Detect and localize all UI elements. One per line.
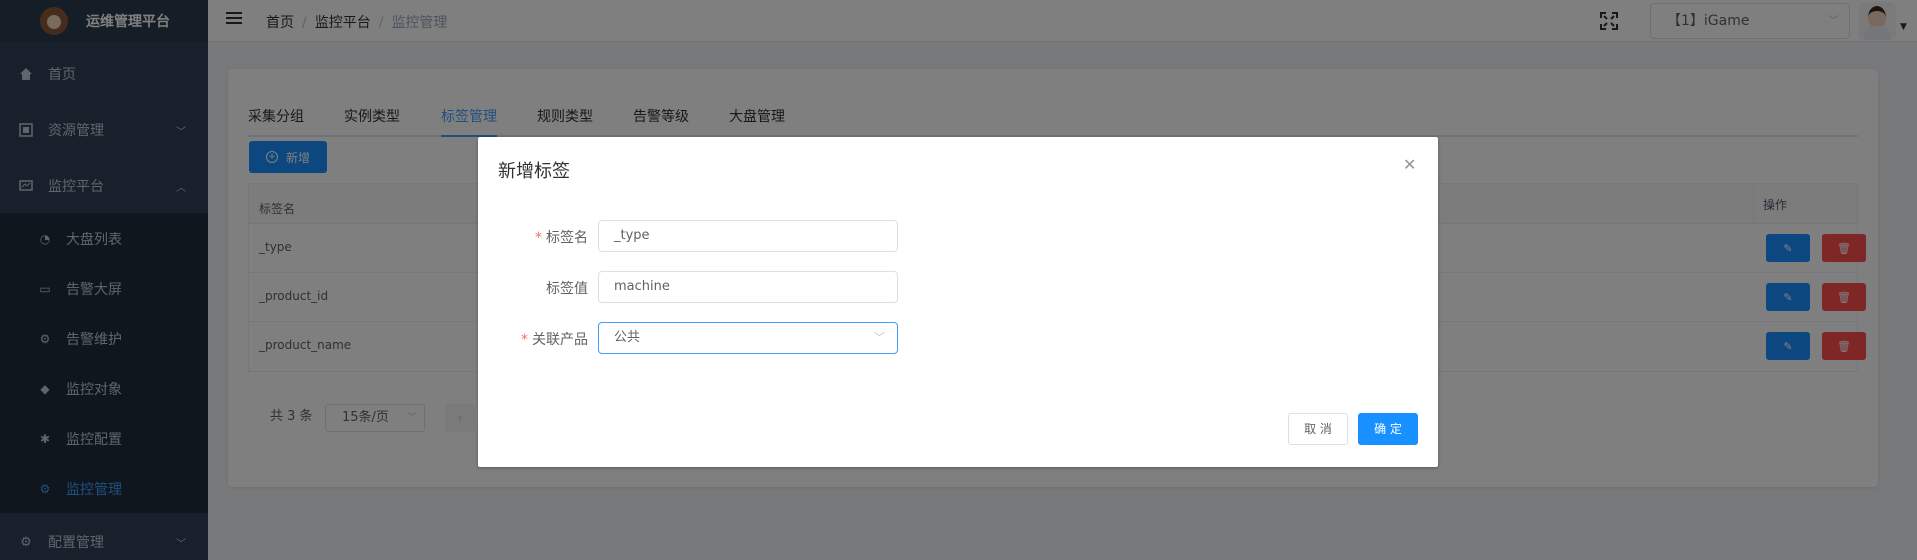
field-label-product: * 关联产品 — [478, 329, 588, 349]
label-name-input[interactable]: _type — [598, 220, 898, 252]
field-label-value: 标签值 — [478, 278, 588, 298]
product-select-value: 公共 — [614, 330, 641, 345]
label-value-value: machine — [614, 279, 670, 294]
add-label-dialog: 新增标签 ✕ * 标签名 _type 标签值 machine * 关联产品 公共 ﹀… — [478, 137, 1438, 467]
required-asterisk: * — [535, 230, 542, 246]
required-asterisk: * — [521, 332, 528, 348]
field-label-text: 关联产品 — [532, 332, 588, 348]
field-label-text: 标签名 — [546, 230, 588, 246]
chevron-down-icon: ﹀ — [874, 331, 885, 344]
field-label-text: 标签值 — [546, 281, 588, 297]
close-icon[interactable]: ✕ — [1403, 155, 1416, 174]
product-select[interactable]: 公共 ﹀ — [598, 322, 898, 354]
cancel-button[interactable]: 取 消 — [1288, 413, 1348, 445]
field-label-name: * 标签名 — [478, 227, 588, 247]
confirm-button[interactable]: 确 定 — [1358, 413, 1418, 445]
label-name-value: _type — [614, 228, 650, 243]
label-value-input[interactable]: machine — [598, 271, 898, 303]
dialog-title: 新增标签 — [498, 161, 570, 182]
